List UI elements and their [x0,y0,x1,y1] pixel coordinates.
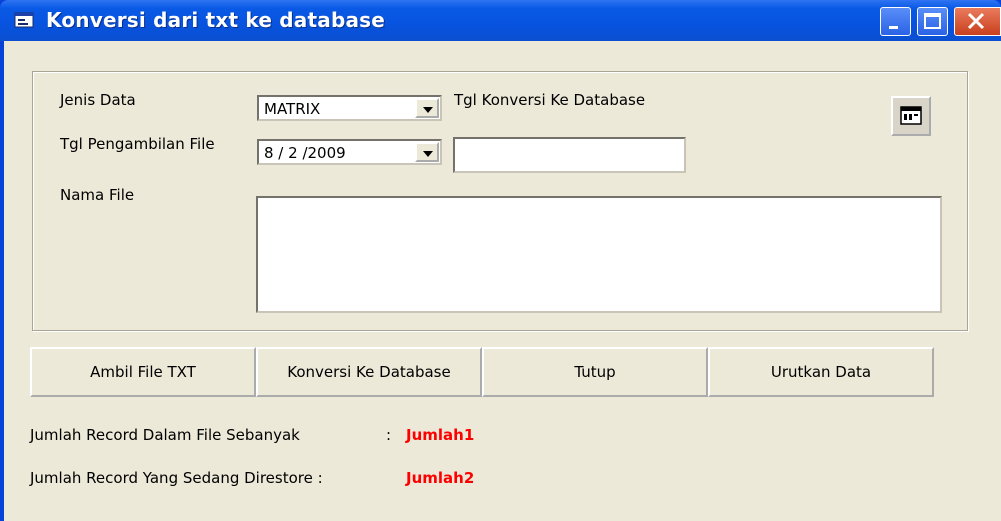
tgl-pengambilan-picker[interactable]: 8 / 2 /2009 [257,139,442,165]
window-title: Konversi dari txt ke database [46,8,386,32]
chevron-down-icon[interactable] [415,142,439,162]
close-icon [955,12,1000,39]
record-count-separator: : [386,426,392,444]
jenis-data-select[interactable]: MATRIX [257,95,442,121]
jenis-data-value: MATRIX [264,100,321,118]
chevron-down-icon[interactable] [415,98,439,118]
calendar-button[interactable] [891,96,931,136]
nama-file-label: Nama File [60,186,135,204]
tgl-konversi-field[interactable] [453,137,686,173]
tutup-button[interactable]: Tutup [482,347,708,397]
nama-file-field[interactable] [256,196,942,313]
tgl-konversi-label: Tgl Konversi Ke Database [454,91,646,109]
close-button[interactable] [954,7,1001,36]
restore-count-value: Jumlah2 [406,469,475,487]
ambil-file-button[interactable]: Ambil File TXT [30,347,256,397]
tgl-pengambilan-value: 8 / 2 /2009 [264,144,346,162]
app-window: Konversi dari txt ke database Jenis Data… [0,0,1001,521]
tgl-pengambilan-label: Tgl Pengambilan File [60,135,215,153]
record-count-label: Jumlah Record Dalam File Sebanyak [30,426,300,444]
minimize-button[interactable] [880,7,911,36]
jenis-data-label: Jenis Data [60,91,136,109]
maximize-icon [918,13,947,39]
minimize-icon [881,21,910,39]
maximize-button[interactable] [917,7,948,36]
urutkan-data-button[interactable]: Urutkan Data [708,347,934,397]
client-area: Jenis Data MATRIX Tgl Konversi Ke Databa… [4,41,1001,521]
form-icon [14,12,36,30]
record-count-value: Jumlah1 [406,426,475,444]
restore-count-label: Jumlah Record Yang Sedang Direstore : [30,469,323,487]
konversi-button[interactable]: Konversi Ke Database [256,347,482,397]
title-bar[interactable]: Konversi dari txt ke database [0,0,1001,41]
